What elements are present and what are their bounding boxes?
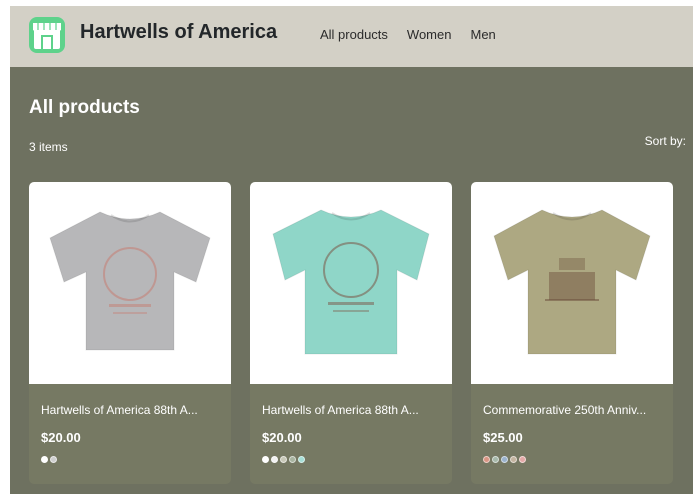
nav-all-products[interactable]: All products bbox=[320, 27, 388, 42]
product-card[interactable]: Hartwells of America 88th A... $20.00 bbox=[250, 182, 452, 484]
color-swatch[interactable] bbox=[519, 456, 526, 463]
color-swatch[interactable] bbox=[271, 456, 278, 463]
color-swatch[interactable] bbox=[492, 456, 499, 463]
color-swatches bbox=[483, 456, 526, 463]
item-count: 3 items bbox=[29, 140, 68, 154]
color-swatches bbox=[41, 456, 57, 463]
product-price: $20.00 bbox=[41, 430, 81, 445]
header: Hartwells of America All products Women … bbox=[10, 6, 693, 67]
main-nav: All products Women Men bbox=[320, 27, 496, 42]
product-image[interactable] bbox=[250, 182, 452, 384]
product-price: $25.00 bbox=[483, 430, 523, 445]
product-name[interactable]: Hartwells of America 88th A... bbox=[41, 403, 221, 417]
product-listing: All products 3 items Sort by: Hartwells … bbox=[10, 67, 693, 494]
page: Hartwells of America All products Women … bbox=[10, 6, 693, 494]
color-swatch[interactable] bbox=[262, 456, 269, 463]
color-swatch[interactable] bbox=[50, 456, 57, 463]
product-image[interactable] bbox=[29, 182, 231, 384]
brand-name[interactable]: Hartwells of America bbox=[80, 21, 277, 44]
storefront-icon[interactable] bbox=[29, 17, 65, 53]
product-image[interactable] bbox=[471, 182, 673, 384]
page-title: All products bbox=[29, 97, 140, 118]
color-swatch[interactable] bbox=[280, 456, 287, 463]
sort-by-dropdown[interactable]: Sort by: bbox=[645, 134, 686, 148]
product-name[interactable]: Hartwells of America 88th A... bbox=[262, 403, 442, 417]
color-swatch[interactable] bbox=[510, 456, 517, 463]
nav-men[interactable]: Men bbox=[470, 27, 495, 42]
color-swatch[interactable] bbox=[298, 456, 305, 463]
color-swatch[interactable] bbox=[289, 456, 296, 463]
product-card[interactable]: Hartwells of America 88th A... $20.00 bbox=[29, 182, 231, 484]
color-swatch[interactable] bbox=[41, 456, 48, 463]
product-card[interactable]: Commemorative 250th Anniv... $25.00 bbox=[471, 182, 673, 484]
color-swatches bbox=[262, 456, 305, 463]
tshirt-icon bbox=[49, 211, 211, 351]
color-swatch[interactable] bbox=[501, 456, 508, 463]
color-swatch[interactable] bbox=[483, 456, 490, 463]
nav-women[interactable]: Women bbox=[407, 27, 452, 42]
product-name[interactable]: Commemorative 250th Anniv... bbox=[483, 403, 663, 417]
product-price: $20.00 bbox=[262, 430, 302, 445]
tshirt-icon bbox=[272, 209, 430, 355]
tshirt-icon bbox=[493, 209, 651, 355]
